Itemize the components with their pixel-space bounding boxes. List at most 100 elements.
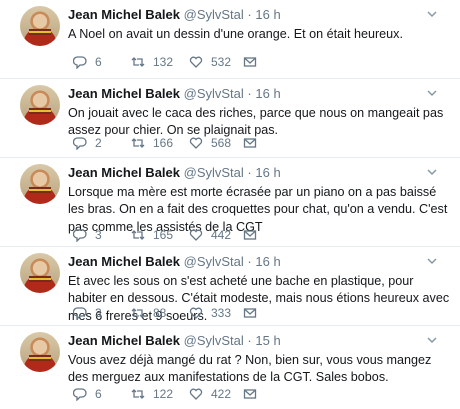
envelope-icon xyxy=(243,389,257,399)
avatar[interactable] xyxy=(20,253,60,293)
tweet-header: Jean Michel Balek @SylvStal · 16 h xyxy=(68,86,281,101)
heart-icon xyxy=(189,229,203,241)
tweet[interactable]: Jean Michel Balek @SylvStal · 16 h On jo… xyxy=(0,79,460,158)
author-name[interactable]: Jean Michel Balek xyxy=(68,165,180,180)
separator: · xyxy=(247,254,252,269)
envelope-icon xyxy=(243,308,257,318)
retweet-icon xyxy=(131,57,145,67)
like-button[interactable]: 333 xyxy=(189,306,231,320)
direct-message-button[interactable] xyxy=(243,228,265,242)
like-button[interactable]: 422 xyxy=(189,387,231,401)
direct-message-button[interactable] xyxy=(243,55,265,69)
timestamp[interactable]: 16 h xyxy=(255,7,280,22)
direct-message-button[interactable] xyxy=(243,306,265,320)
tweet-actions: 6 132 532 xyxy=(68,55,328,71)
chevron-down-icon[interactable] xyxy=(427,9,437,19)
chevron-down-icon[interactable] xyxy=(427,88,437,98)
heart-icon xyxy=(189,388,203,400)
like-button[interactable]: 442 xyxy=(189,228,231,242)
separator: · xyxy=(247,86,252,101)
avatar[interactable] xyxy=(20,164,60,204)
tweet-text: A Noel on avait un dessin d'une orange. … xyxy=(68,27,403,41)
tweet-text: Vous avez déjà mangé du rat ? Non, bien … xyxy=(68,353,432,385)
like-count: 532 xyxy=(211,55,232,69)
timestamp[interactable]: 16 h xyxy=(255,86,280,101)
envelope-icon xyxy=(243,230,257,240)
avatar[interactable] xyxy=(20,332,60,372)
chevron-down-icon[interactable] xyxy=(427,256,437,266)
reply-button[interactable]: 3 xyxy=(73,306,102,320)
retweet-count: 132 xyxy=(153,55,174,69)
retweet-icon xyxy=(131,230,145,240)
tweet-text: On jouait avec le caca des riches, parce… xyxy=(68,106,444,138)
tweet[interactable]: Jean Michel Balek @SylvStal · 16 h Lorsq… xyxy=(0,158,460,247)
tweet-header: Jean Michel Balek @SylvStal · 15 h xyxy=(68,333,281,348)
timestamp[interactable]: 16 h xyxy=(255,254,280,269)
direct-message-button[interactable] xyxy=(243,136,265,150)
heart-icon xyxy=(189,137,203,149)
reply-count: 3 xyxy=(95,228,102,242)
retweet-button[interactable]: 132 xyxy=(131,55,173,69)
retweet-icon xyxy=(131,138,145,148)
reply-button[interactable]: 2 xyxy=(73,136,102,150)
tweet-actions: 3 88 333 xyxy=(68,306,328,322)
reply-icon xyxy=(73,137,87,150)
envelope-icon xyxy=(243,138,257,148)
tweet-actions: 2 166 568 xyxy=(68,136,328,152)
reply-icon xyxy=(73,388,87,401)
author-name[interactable]: Jean Michel Balek xyxy=(68,333,180,348)
heart-icon xyxy=(189,56,203,68)
chevron-down-icon[interactable] xyxy=(427,335,437,345)
reply-count: 6 xyxy=(95,387,102,401)
avatar[interactable] xyxy=(20,6,60,46)
retweet-button[interactable]: 165 xyxy=(131,228,173,242)
reply-button[interactable]: 3 xyxy=(73,228,102,242)
retweet-button[interactable]: 166 xyxy=(131,136,173,150)
author-handle[interactable]: @SylvStal xyxy=(184,333,244,348)
tweet-actions: 3 165 442 xyxy=(68,228,328,244)
like-count: 568 xyxy=(211,136,232,150)
author-handle[interactable]: @SylvStal xyxy=(184,165,244,180)
retweet-button[interactable]: 122 xyxy=(131,387,173,401)
like-button[interactable]: 568 xyxy=(189,136,231,150)
reply-count: 2 xyxy=(95,136,102,150)
separator: · xyxy=(247,165,252,180)
tweet-header: Jean Michel Balek @SylvStal · 16 h xyxy=(68,7,281,22)
separator: · xyxy=(247,333,252,348)
reply-icon xyxy=(73,56,87,69)
reply-count: 6 xyxy=(95,55,102,69)
tweet[interactable]: Jean Michel Balek @SylvStal · 15 h Vous … xyxy=(0,326,460,409)
separator: · xyxy=(247,7,252,22)
tweet-actions: 6 122 422 xyxy=(68,387,328,403)
envelope-icon xyxy=(243,57,257,67)
tweet-header: Jean Michel Balek @SylvStal · 16 h xyxy=(68,165,281,180)
timestamp[interactable]: 15 h xyxy=(255,333,280,348)
direct-message-button[interactable] xyxy=(243,387,265,401)
author-name[interactable]: Jean Michel Balek xyxy=(68,7,180,22)
timestamp[interactable]: 16 h xyxy=(255,165,280,180)
like-count: 442 xyxy=(211,228,232,242)
retweet-button[interactable]: 88 xyxy=(131,306,166,320)
avatar[interactable] xyxy=(20,85,60,125)
tweet-feed: Jean Michel Balek @SylvStal · 16 h A Noe… xyxy=(0,0,460,409)
like-count: 422 xyxy=(211,387,232,401)
author-handle[interactable]: @SylvStal xyxy=(184,254,244,269)
tweet[interactable]: Jean Michel Balek @SylvStal · 16 h A Noe… xyxy=(0,0,460,79)
reply-icon xyxy=(73,229,87,242)
like-count: 333 xyxy=(211,306,232,320)
reply-count: 3 xyxy=(95,306,102,320)
chevron-down-icon[interactable] xyxy=(427,167,437,177)
retweet-icon xyxy=(131,389,145,399)
retweet-count: 88 xyxy=(153,306,167,320)
retweet-count: 122 xyxy=(153,387,174,401)
like-button[interactable]: 532 xyxy=(189,55,231,69)
reply-icon xyxy=(73,307,87,320)
tweet[interactable]: Jean Michel Balek @SylvStal · 16 h Et av… xyxy=(0,247,460,326)
reply-button[interactable]: 6 xyxy=(73,387,102,401)
author-name[interactable]: Jean Michel Balek xyxy=(68,254,180,269)
author-handle[interactable]: @SylvStal xyxy=(184,86,244,101)
author-handle[interactable]: @SylvStal xyxy=(184,7,244,22)
retweet-count: 166 xyxy=(153,136,174,150)
author-name[interactable]: Jean Michel Balek xyxy=(68,86,180,101)
reply-button[interactable]: 6 xyxy=(73,55,102,69)
